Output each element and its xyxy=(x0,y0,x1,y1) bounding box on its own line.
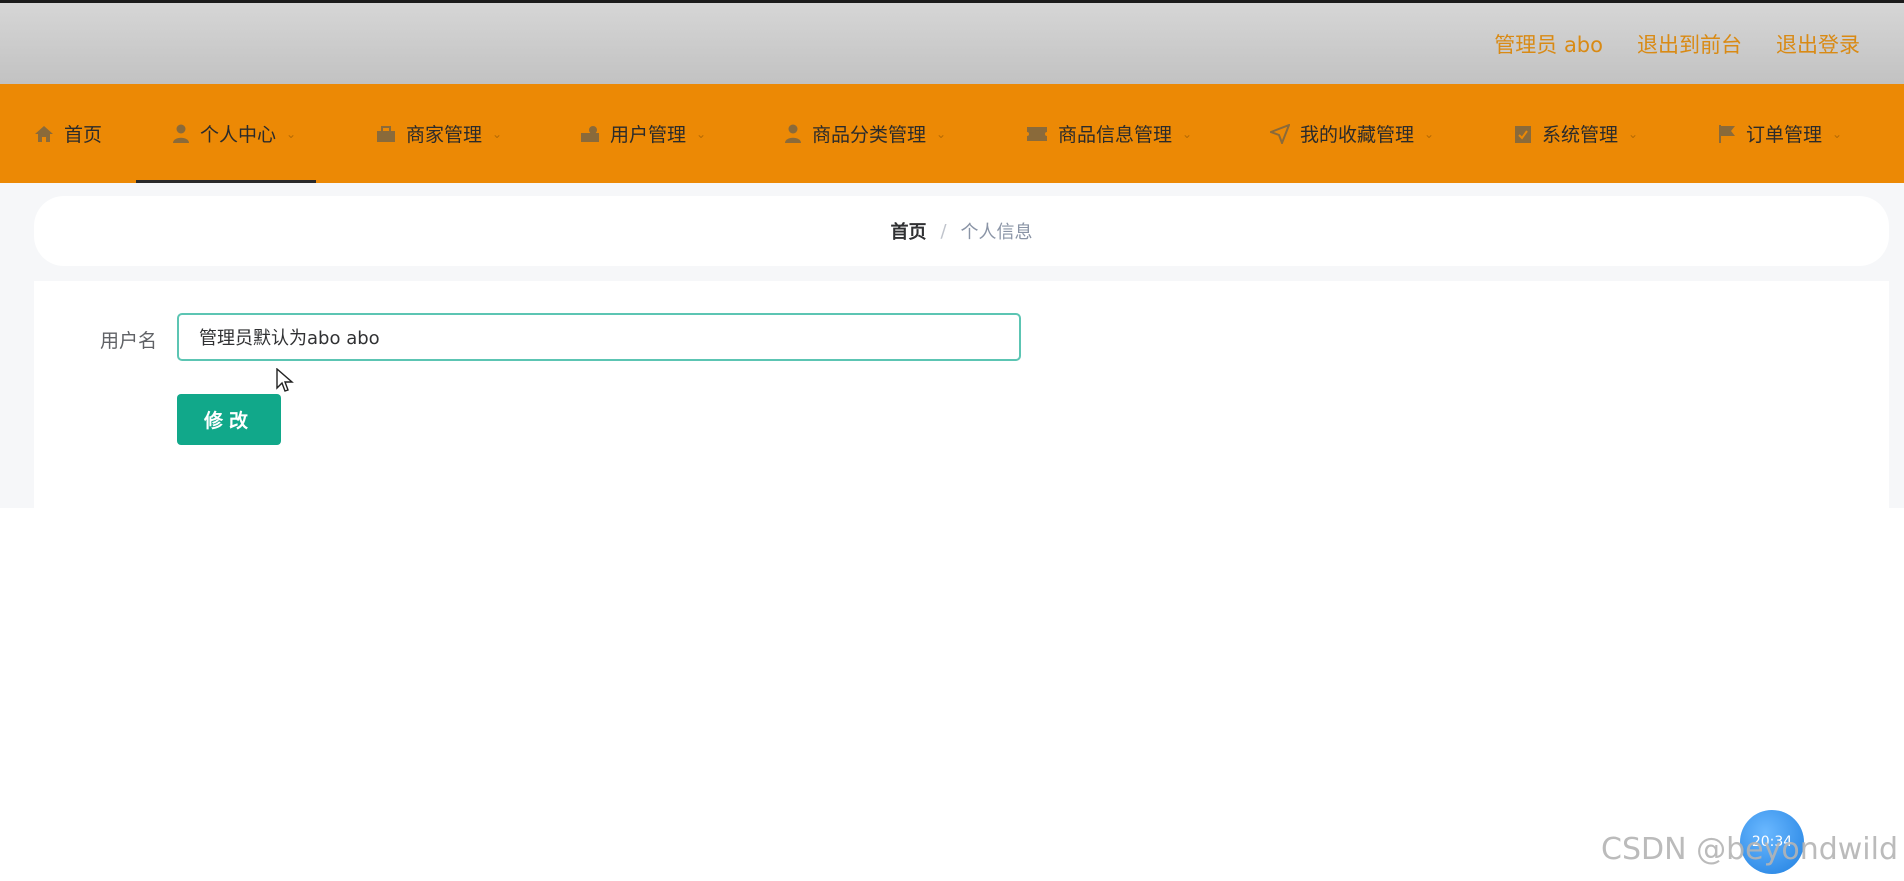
nav-item-category[interactable]: 商品分类管理 ⌄ xyxy=(784,84,946,183)
nav-item-orders[interactable]: 订单管理 ⌄ xyxy=(1718,84,1842,183)
breadcrumb-current: 个人信息 xyxy=(960,222,1033,243)
nav-item-home[interactable]: 首页 xyxy=(34,84,102,183)
logout-link[interactable]: 退出登录 xyxy=(1776,29,1860,59)
chevron-down-icon: ⌄ xyxy=(492,126,503,141)
nav-label: 个人中心 xyxy=(200,124,277,146)
chevron-down-icon: ⌄ xyxy=(1182,126,1193,141)
mouse-cursor-icon xyxy=(276,367,294,398)
breadcrumb: 首页 / 个人信息 xyxy=(34,196,1889,266)
user-label: 管理员 abo xyxy=(1494,32,1603,57)
checklist-icon xyxy=(1514,124,1532,144)
nav-label: 商品分类管理 xyxy=(812,124,927,146)
submit-button[interactable]: 修改 xyxy=(177,394,281,445)
shop-icon xyxy=(376,125,396,143)
nav-item-personal-center[interactable]: 个人中心 ⌄ xyxy=(135,84,317,183)
ticket-icon xyxy=(1026,126,1048,142)
back-to-front-link[interactable]: 退出到前台 xyxy=(1637,29,1742,59)
breadcrumb-separator: / xyxy=(940,220,947,242)
nav-label: 订单管理 xyxy=(1746,124,1823,146)
nav-label: 我的收藏管理 xyxy=(1300,124,1415,146)
home-icon xyxy=(34,125,54,143)
nav-item-merchant[interactable]: 商家管理 ⌄ xyxy=(376,84,502,183)
nav-label: 商家管理 xyxy=(406,124,483,146)
chevron-down-icon: ⌄ xyxy=(1832,126,1843,141)
nav-item-product-info[interactable]: 商品信息管理 ⌄ xyxy=(1026,84,1192,183)
chevron-down-icon: ⌄ xyxy=(1628,126,1639,141)
top-header: 管理员 abo 退出到前台 退出登录 xyxy=(0,0,1904,84)
users-icon xyxy=(580,125,600,143)
nav-label: 首页 xyxy=(64,124,103,146)
chevron-down-icon: ⌄ xyxy=(936,126,947,141)
nav-item-user-management[interactable]: 用户管理 ⌄ xyxy=(580,84,706,183)
nav-item-favorites[interactable]: 我的收藏管理 ⌄ xyxy=(1270,84,1434,183)
username-input[interactable] xyxy=(177,313,1021,361)
nav-label: 商品信息管理 xyxy=(1058,124,1173,146)
flag-icon xyxy=(1718,124,1736,144)
nav-item-system[interactable]: 系统管理 ⌄ xyxy=(1514,84,1638,183)
username-label: 用户名 xyxy=(100,330,158,352)
user-icon xyxy=(784,124,802,143)
nav-label: 用户管理 xyxy=(610,124,687,146)
chevron-down-icon: ⌄ xyxy=(286,126,297,141)
location-icon xyxy=(1270,123,1290,144)
header-links: 管理员 abo 退出到前台 退出登录 xyxy=(1494,3,1860,84)
chevron-down-icon: ⌄ xyxy=(1424,126,1435,141)
watermark: CSDN @beyondwild xyxy=(1601,832,1898,867)
user-icon xyxy=(172,124,190,143)
main-nav: 首页 个人中心 ⌄ 商家管理 ⌄ 用户管理 ⌄ 商品分类管理 ⌄ 商品信息管理 … xyxy=(0,84,1904,183)
nav-label: 系统管理 xyxy=(1542,124,1619,146)
chevron-down-icon: ⌄ xyxy=(696,126,707,141)
breadcrumb-home[interactable]: 首页 xyxy=(890,218,926,244)
